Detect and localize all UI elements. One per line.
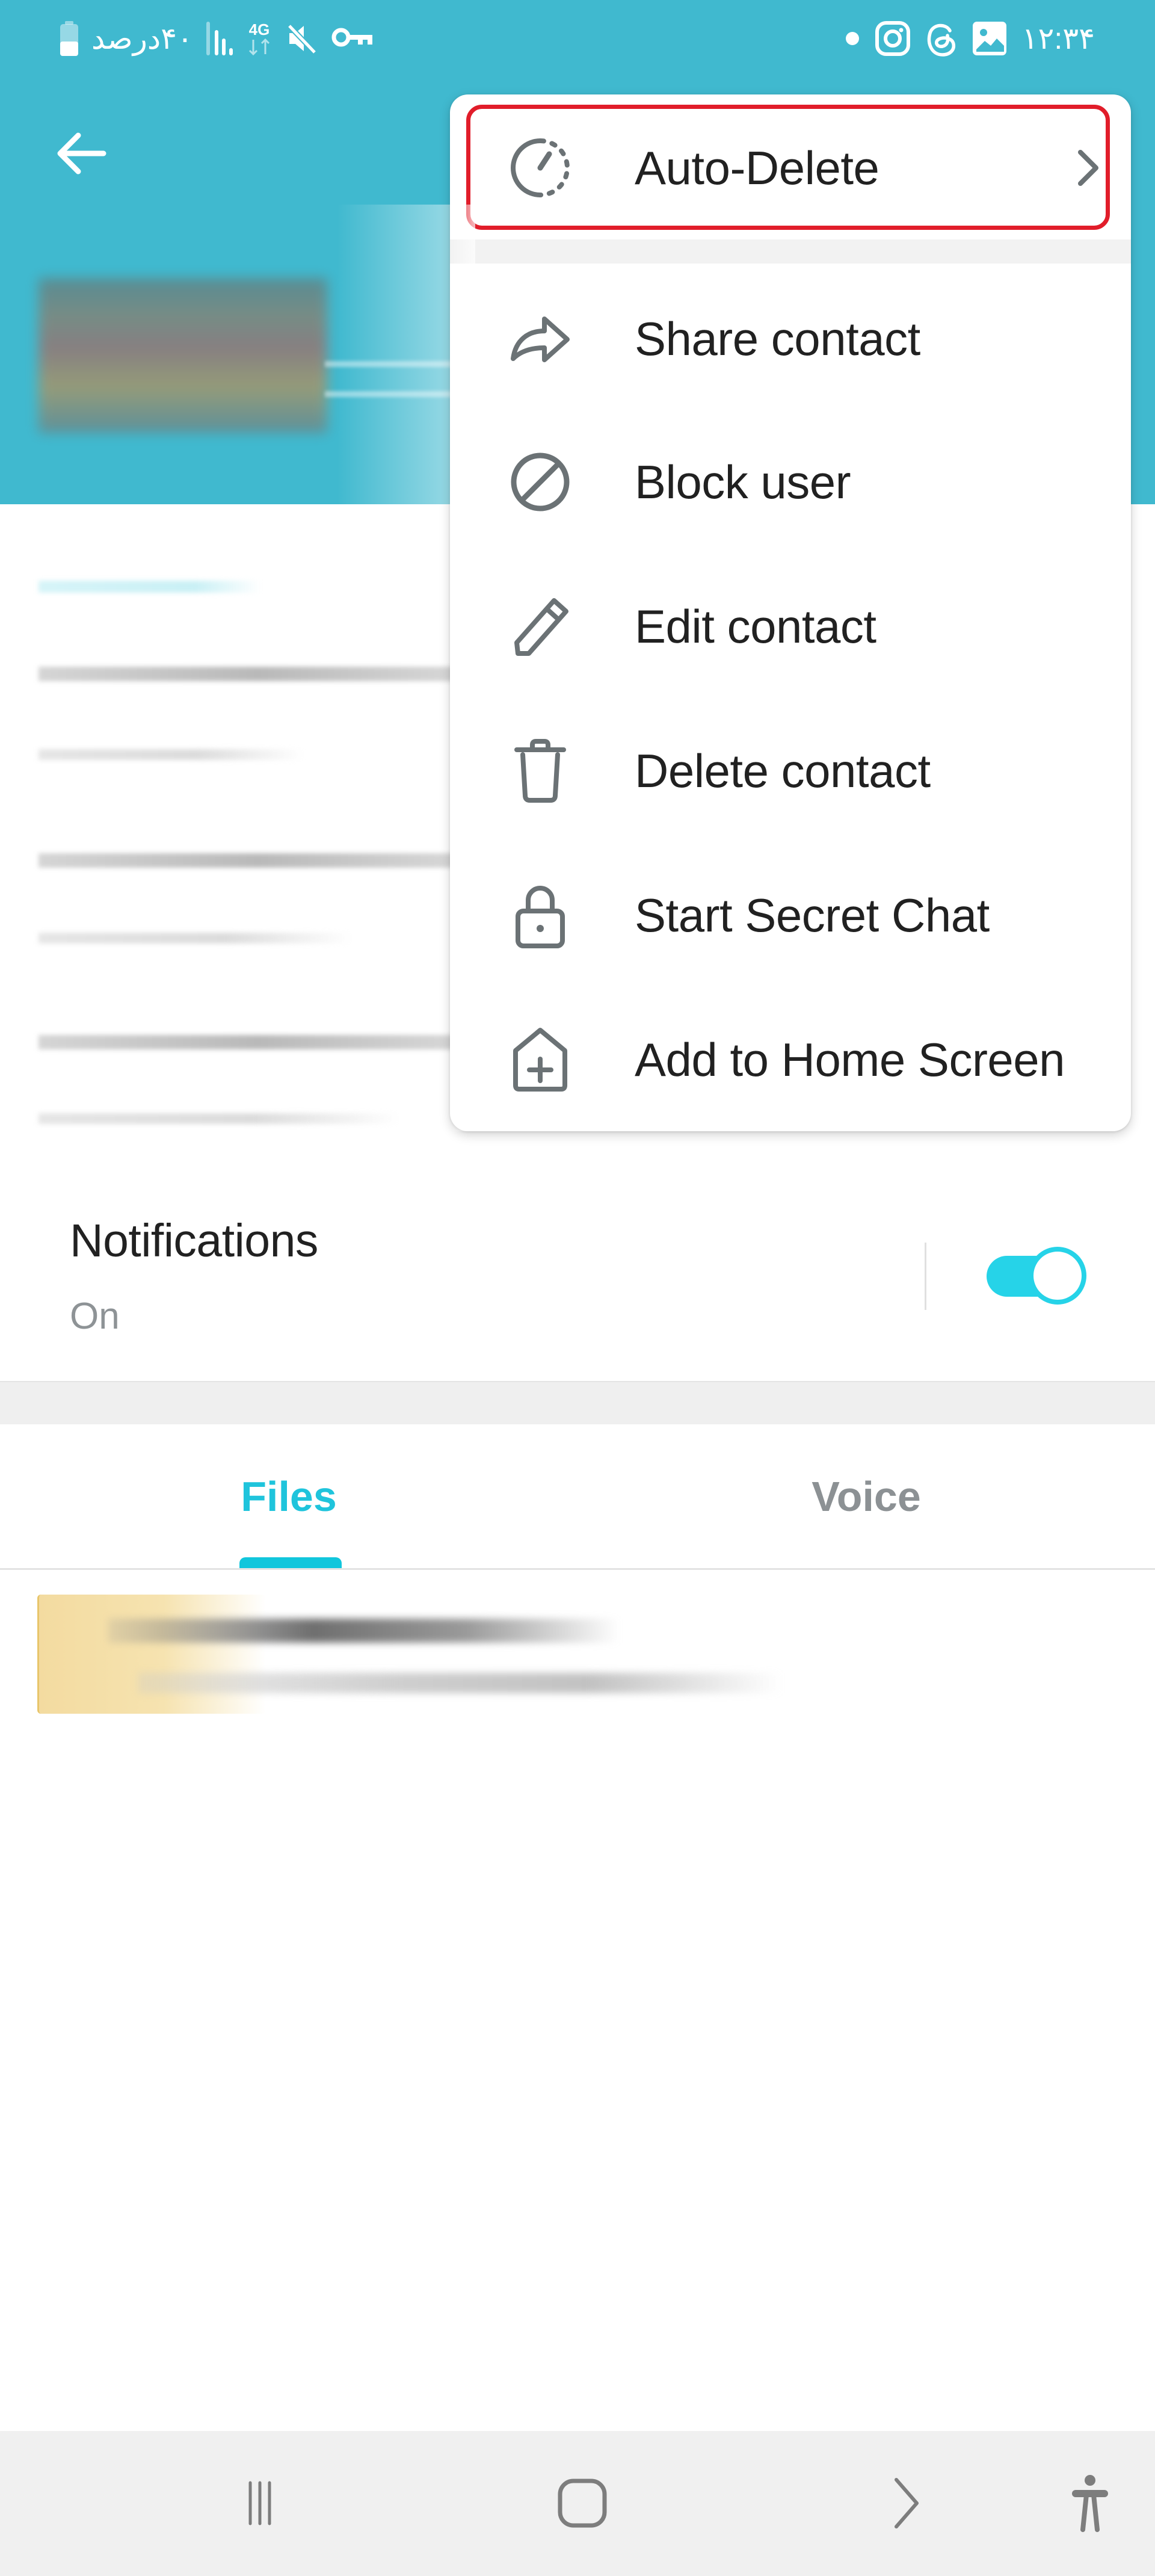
menu-item-add-to-home-screen[interactable]: Add to Home Screen (450, 987, 1131, 1131)
redacted-file-details (138, 1673, 782, 1693)
status-bar-right: ۱۲:۳۴ (845, 20, 1095, 57)
redacted-info-value (38, 667, 478, 681)
redacted-info-label (38, 1113, 399, 1124)
menu-item-label: Share contact (635, 312, 920, 365)
menu-item-delete-contact[interactable]: Delete contact (450, 699, 1131, 843)
menu-item-label: Start Secret Chat (635, 888, 990, 942)
menu-item-label: Add to Home Screen (635, 1033, 1065, 1086)
file-list-item[interactable] (0, 1583, 1155, 1727)
arrow-left-icon (57, 132, 106, 175)
timer-icon (505, 134, 574, 203)
redacted-info-label (38, 933, 351, 944)
toggle-knob (1029, 1247, 1086, 1305)
accessibility-button[interactable] (1054, 2467, 1126, 2539)
notifications-toggle[interactable] (987, 1246, 1089, 1306)
back-nav-button[interactable] (870, 2467, 942, 2539)
tab-voice[interactable]: Voice (578, 1424, 1155, 1569)
4g-data-icon: 4G (249, 20, 270, 56)
file-thumbnail (37, 1595, 266, 1714)
redacted-info-value (38, 853, 478, 868)
notifications-status: On (70, 1296, 120, 1337)
chevron-right-icon (1070, 144, 1106, 192)
menu-item-label: Block user (635, 455, 851, 508)
trash-icon (505, 737, 574, 806)
redacted-info-label (38, 749, 303, 760)
menu-item-start-secret-chat[interactable]: Start Secret Chat (450, 843, 1131, 987)
recent-apps-icon (248, 2481, 271, 2525)
menu-item-auto-delete[interactable]: Auto-Delete (450, 96, 1131, 240)
menu-item-block-user[interactable]: Block user (450, 410, 1131, 554)
menu-separator (450, 239, 1131, 264)
chevron-right-icon (895, 2478, 919, 2528)
battery-icon (60, 21, 78, 56)
status-bar-left: ۴۰درصد 4G (60, 20, 374, 57)
lock-icon (505, 881, 574, 950)
menu-item-label: Edit contact (635, 599, 876, 653)
add-home-icon (505, 1025, 574, 1095)
block-icon (505, 448, 574, 517)
tabs-divider (0, 1568, 1155, 1570)
home-button[interactable] (546, 2467, 618, 2539)
notifications-title: Notifications (70, 1215, 318, 1267)
instagram-icon (875, 21, 910, 56)
redacted-file-name (108, 1619, 620, 1643)
recent-apps-button[interactable] (224, 2467, 296, 2539)
contact-options-menu: Auto-Delete Share contact Block user Edi… (450, 94, 1131, 1131)
section-divider (0, 1381, 1155, 1424)
share-icon (505, 304, 574, 374)
menu-item-label: Auto-Delete (635, 141, 879, 194)
redacted-info-label (38, 581, 261, 593)
menu-item-label: Delete contact (635, 744, 931, 797)
active-tab-indicator (239, 1557, 342, 1569)
vertical-divider (925, 1243, 926, 1310)
system-nav-bar (0, 2431, 1155, 2576)
battery-percent: ۴۰درصد (91, 22, 193, 55)
threads-icon (927, 23, 955, 57)
accessibility-icon (1072, 2475, 1108, 2532)
redacted-profile-info (38, 278, 327, 433)
network-type-label: 4G (249, 20, 270, 39)
clock: ۱۲:۳۴ (1021, 22, 1095, 55)
pencil-icon (505, 592, 574, 661)
status-bar: ۴۰درصد 4G ۱۲:۳۴ (0, 0, 1155, 78)
home-icon (558, 2479, 607, 2528)
vpn-key-icon (331, 28, 372, 47)
back-button[interactable] (48, 120, 114, 187)
redacted-info-value (38, 1035, 478, 1049)
gallery-icon (972, 22, 1006, 55)
mute-icon (287, 23, 317, 55)
tab-files[interactable]: Files (0, 1424, 578, 1569)
signal-icon (206, 22, 233, 55)
menu-item-edit-contact[interactable]: Edit contact (450, 554, 1131, 699)
notification-dot-icon (845, 32, 859, 45)
menu-item-share-contact[interactable]: Share contact (450, 267, 1131, 411)
